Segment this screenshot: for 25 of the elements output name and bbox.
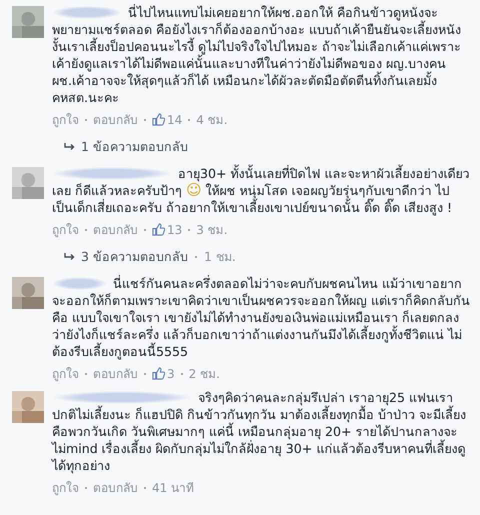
reply-link[interactable]: ตอบกลับ: [93, 364, 138, 383]
like-link[interactable]: ถูกใจ: [52, 220, 79, 239]
comment-time: 2 ชม.: [188, 366, 220, 383]
like-count: 14: [167, 112, 182, 126]
like-count: 13: [167, 222, 182, 236]
thumbs-up-icon: [152, 113, 165, 126]
reply-arrow-icon: [64, 142, 76, 152]
replies-link[interactable]: 3 ข้อความตอบกลับ: [81, 247, 188, 267]
like-count: 3: [167, 366, 175, 380]
reply-time: 1 ชม.: [204, 248, 236, 266]
comment-text: อายุ30+ ทั้งนั้นเลยที่ปิดไฟ และจะหาผัวเลี้ยงอย่างเดียวเลย ก็ดีแล้วหละครับป้าๆ ☺ ให้ผช หนุ่มโสด เจอผญวัยรุ่นๆกับเขาดีกว่า ไปเป็นเด็กเสี่ยเถอะครับ ถ้าอยากให้เขาเลี้ยงเขาเปย์ขนาดนั้น ติ๊ด ติ๊ด เสียงสูง !: [52, 165, 470, 216]
comment-time: 41 นาที: [152, 480, 194, 497]
thumbs-up-icon: [152, 223, 165, 236]
replies-link[interactable]: 1 ข้อความตอบกลับ: [81, 137, 188, 157]
like-link[interactable]: ถูกใจ: [52, 478, 79, 497]
thumbs-up-icon: [152, 367, 165, 380]
comment-text: นี่แชร์กันคนละครึ่งตลอดไม่ว่าจะคบกับผชคนไหน แม้ว่าเขาอยากจะออกให้ก็ตามเพราะเขาคิดว่าเขาเป็นผชควรจะออกให้ผญ แต่เราก็คิดกลับกันคือ แบบใจเขาใจเรา เขายังไม่ได้ทำงานยังขอเงินพ่อแม่เหมือนเรา ก็เลยตกลงว่ายังไงก็แชร์ละครึ่ง แล้วก็บอกเขาว่าถ้าแต่งงานกันมึงได้เลี้ยงกูทั้งชีวิตแน่ ไม่ต้องรีบเลี้ยงกูตอนนี้5555: [52, 275, 470, 360]
reply-link[interactable]: ตอบกลับ: [93, 110, 138, 129]
reply-arrow-icon: [64, 252, 76, 262]
like-link[interactable]: ถูกใจ: [52, 364, 79, 383]
reply-link[interactable]: ตอบกลับ: [93, 220, 138, 239]
comment-time: 4 ชม.: [196, 112, 228, 129]
comment-time: 3 ชม.: [196, 222, 228, 239]
reply-link[interactable]: ตอบกลับ: [93, 478, 138, 497]
like-link[interactable]: ถูกใจ: [52, 110, 79, 129]
